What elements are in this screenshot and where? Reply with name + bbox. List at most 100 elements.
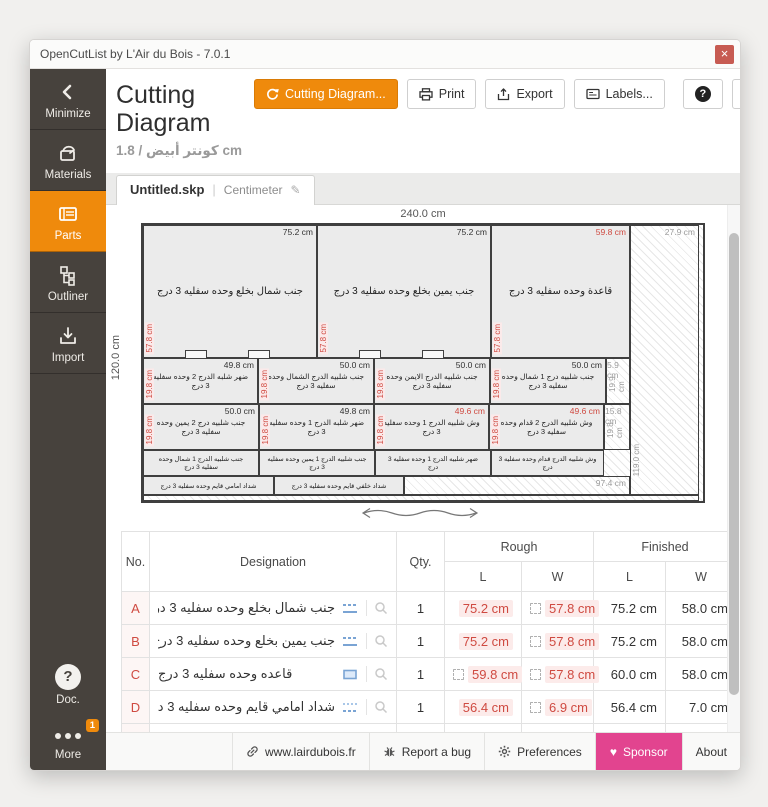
diagram-panel[interactable]: جنب يمين بخلع وحده سفليه 3 درج 75.2 cm 57.… <box>317 225 491 358</box>
col-header-designation: Designation <box>149 531 397 592</box>
waste-width-dimension: 19.8 cm <box>606 422 624 438</box>
window-titlebar: OpenCutList by L'Air du Bois - 7.0.1 × <box>30 40 740 69</box>
finished-length: 56.4 cm <box>593 723 666 732</box>
finished-length: 60.0 cm <box>593 657 666 691</box>
sidebar-item-more[interactable]: 1 More <box>30 715 106 770</box>
table-row: C قاعده وحده سفليه 3 درج 1 59.8 cm 57.8 … <box>121 657 737 691</box>
diagram-panel[interactable]: جنب شلبيه درج 2 يمين وحده سفليه 3 درج 50.… <box>143 404 259 450</box>
finished-width: 58.0 cm <box>665 624 737 658</box>
rough-width: 57.8 cm <box>521 624 600 658</box>
diagram-panel[interactable]: جنب شلبيه الدرج الايمن وحده سفليه 3 درج 5… <box>374 358 490 404</box>
tab-untitled-skp[interactable]: Untitled.skp | Centimeter ✎ <box>116 175 315 205</box>
import-download-icon <box>30 324 106 348</box>
part-qty: 1 <box>396 690 445 724</box>
sidebar-item-label: Outliner <box>47 291 89 303</box>
diagram-panel[interactable]: جنب شلبيه الدرج 1 يمين وحده سفليه 3 درج <box>259 450 375 476</box>
close-button[interactable]: × Close <box>731 79 740 109</box>
diagram-panel[interactable]: وش شلبيه الدرج 1 وحده سفليه 3 درج 49.6 cm… <box>374 404 489 450</box>
finished-width: 7.0 cm <box>665 723 737 732</box>
diagram-panel[interactable]: وش شلبيه الدرج 2 قدام وحده سفليه 3 درج 49… <box>489 404 604 450</box>
sidebar-item-import[interactable]: Import <box>30 313 106 374</box>
diagram-panel[interactable]: جنب شلبيه الدرج الشمال وحده سفليه 3 درج 5… <box>258 358 374 404</box>
magnifier-icon[interactable] <box>374 667 388 681</box>
magnifier-icon[interactable] <box>374 601 388 615</box>
sidebar-item-materials[interactable]: Materials <box>30 130 106 191</box>
panel-length-dimension: 50.0 cm <box>224 406 255 416</box>
trim-icon <box>530 635 541 647</box>
cutting-diagram-button[interactable]: Cutting Diagram... <box>254 79 398 109</box>
panel-length-dimension: 50.0 cm <box>571 360 602 370</box>
help-button[interactable]: ? <box>682 79 723 109</box>
help-question-icon: ? <box>694 86 711 102</box>
col-header-finished: Finished <box>593 531 737 562</box>
cutting-sheet: جنب شمال بخلع وحده سفليه 3 درج 75.2 cm 57.… <box>141 223 705 503</box>
diagram-panel[interactable]: ضهر شلبه الدرج 1 وحده سفليه 3 درج 49.8 cm… <box>259 404 374 450</box>
finished-width: 58.0 cm <box>665 657 737 691</box>
part-letter: D <box>121 690 150 724</box>
rough-length: 75.2 cm <box>444 624 522 658</box>
report-bug-link[interactable]: Report a bug <box>368 733 484 770</box>
sidebar-item-doc[interactable]: ? Doc. <box>30 653 106 715</box>
part-qty: 1 <box>396 723 445 732</box>
material-subtitle: 1.8 / كونتر أبيض cm <box>116 143 242 158</box>
diagram-panel[interactable]: ضهر شلبيه الدرج 1 وحده سفليه 3 درج <box>375 450 491 476</box>
trim-icon <box>530 602 541 614</box>
preferences-link[interactable]: Preferences <box>484 733 595 770</box>
edge-banding-icon <box>341 668 359 681</box>
diagram-panel[interactable]: شداد خلفي قايم وحده سفليه 3 درج <box>274 476 404 495</box>
waste-area: 27.9 cm 119.0 cm <box>630 225 699 495</box>
sidebar-item-minimize[interactable]: Minimize <box>30 69 106 130</box>
sidebar-item-label: Doc. <box>56 694 80 706</box>
panel-label: ضهر شلبيه الدرج 1 وحده سفليه 3 درج <box>387 456 479 471</box>
waste-length-dimension: 97.4 cm <box>595 478 626 488</box>
sheet-width-dimension: 240.0 cm <box>400 208 446 220</box>
doc-question-icon: ? <box>55 664 81 690</box>
panel-length-dimension: 49.8 cm <box>223 360 254 370</box>
waste-width-dimension: 19.9 cm <box>608 376 626 392</box>
panel-width-dimension: 57.8 cm <box>145 321 154 354</box>
scrollbar-thumb[interactable] <box>729 233 739 695</box>
sidebar-item-outliner[interactable]: Outliner <box>30 252 106 313</box>
panel-length-dimension: 49.8 cm <box>339 406 370 416</box>
panel-width-dimension: 57.8 cm <box>319 321 328 354</box>
window-close-button[interactable]: × <box>715 44 734 64</box>
sponsor-button[interactable]: ♥ Sponsor <box>594 733 682 770</box>
panel-label: جنب يمين بخلع وحده سفليه 3 درج <box>333 286 475 297</box>
about-link[interactable]: About <box>681 733 740 770</box>
waste-length-dimension: 27.9 cm <box>664 227 695 237</box>
panel-width-dimension: 57.8 cm <box>493 321 502 354</box>
diagram-panel[interactable]: جنب شمال بخلع وحده سفليه 3 درج 75.2 cm 57.… <box>143 225 317 358</box>
magnifier-icon[interactable] <box>374 634 388 648</box>
sheet-height-dimension: 120.0 cm <box>110 335 122 381</box>
panel-label: جنب شلبيه الدرج 1 شمال وحده سفليه 3 درج <box>158 456 244 471</box>
materials-icon <box>30 141 106 165</box>
rough-length: 75.2 cm <box>444 591 522 625</box>
edit-pencil-icon[interactable]: ✎ <box>290 183 300 197</box>
col-header-rough-l: L <box>444 561 522 592</box>
finished-length: 75.2 cm <box>593 624 666 658</box>
diagram-panel[interactable]: شداد امامي قايم وحده سفليه 3 درج <box>143 476 274 495</box>
diagram-panel[interactable]: قاعدة وحده سفليه 3 درج 59.8 cm 57.8 cm <box>491 225 630 358</box>
part-name: شداد امامي قايم وحده سفليه 3 درج <box>158 699 335 714</box>
panel-label: جنب شمال بخلع وحده سفليه 3 درج <box>157 286 303 297</box>
panel-length-dimension: 50.0 cm <box>339 360 370 370</box>
part-letter: B <box>121 624 150 658</box>
diagram-panel[interactable]: جنب شلبيه درج 1 شمال وحده سفليه 3 درج 50.… <box>490 358 606 404</box>
labels-button[interactable]: Labels... <box>573 79 665 109</box>
parts-list-icon <box>30 202 106 226</box>
diagram-panel[interactable]: ضهر شلبه الدرج 2 وحده سفليه 3 درج 49.8 cm… <box>143 358 258 404</box>
website-link[interactable]: www.lairdubois.fr <box>232 733 369 770</box>
rough-length: 56.4 cm <box>444 723 522 732</box>
notification-badge: 1 <box>85 719 99 732</box>
sidebar-item-parts[interactable]: Parts <box>30 191 106 252</box>
diagram-panel[interactable]: جنب شلبيه الدرج 1 شمال وحده سفليه 3 درج <box>143 450 259 476</box>
export-button[interactable]: Export <box>485 79 565 109</box>
diagram-panel[interactable]: وش شلبيه الدرج قدام وحده سفليه 3 درج <box>491 450 604 476</box>
part-qty: 1 <box>396 591 445 625</box>
gear-icon <box>498 745 511 758</box>
magnifier-icon[interactable] <box>374 700 388 714</box>
table-row: D شداد امامي قايم وحده سفليه 3 درج <box>121 690 737 724</box>
print-button[interactable]: Print <box>406 79 477 109</box>
col-header-rough: Rough <box>444 531 594 562</box>
part-name: جنب يمين بخلع وحده سفليه 3 درج <box>158 633 335 648</box>
